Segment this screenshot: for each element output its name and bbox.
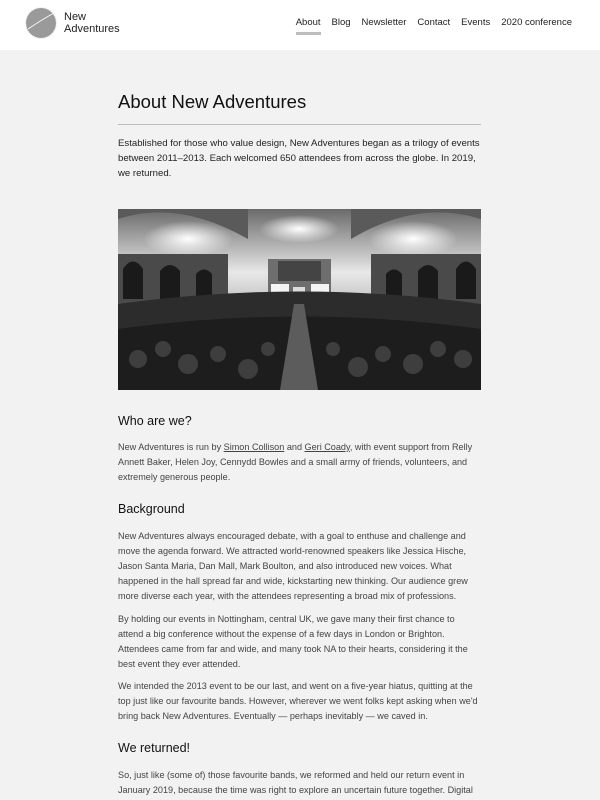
nav-2020-conference[interactable]: 2020 conference — [501, 17, 572, 35]
background-paragraph-3: We intended the 2013 event to be our las… — [118, 681, 478, 721]
nav-newsletter[interactable]: Newsletter — [362, 17, 407, 35]
intro-paragraph: Established for those who value design, … — [118, 138, 480, 179]
who-text-and: and — [284, 442, 305, 452]
brand-line-1: New — [64, 11, 87, 23]
returned-paragraph-1: So, just like (some of) those favourite … — [118, 770, 473, 795]
page-title: About New Adventures — [118, 90, 481, 125]
returned-heading: We returned! — [118, 741, 191, 755]
background-paragraph-2: By holding our events in Nottingham, cen… — [118, 614, 468, 669]
main-nav: About Blog Newsletter Contact Events 202… — [285, 17, 572, 35]
new-adventures-logo[interactable] — [25, 7, 57, 39]
site-header: New Adventures About Blog Newsletter Con… — [0, 0, 600, 50]
nav-blog[interactable]: Blog — [332, 17, 351, 35]
background-paragraph-1: New Adventures always encouraged debate,… — [118, 531, 468, 601]
nav-contact[interactable]: Contact — [417, 17, 450, 35]
brand-name[interactable]: New Adventures — [64, 11, 120, 35]
brand-line-2: Adventures — [64, 23, 120, 35]
geri-coady-link[interactable]: Geri Coady — [305, 442, 350, 452]
who-paragraph: New Adventures is run by Simon Collison … — [118, 440, 481, 485]
who-text-before: New Adventures is run by — [118, 442, 224, 452]
conference-hall-photo — [118, 209, 481, 390]
simon-collison-link[interactable]: Simon Collison — [224, 442, 285, 452]
nav-about[interactable]: About — [295, 17, 321, 35]
background-heading: Background — [118, 502, 185, 516]
main-content: About New Adventures Established for tho… — [118, 90, 481, 795]
nav-events[interactable]: Events — [461, 17, 490, 35]
who-heading: Who are we? — [118, 414, 192, 428]
